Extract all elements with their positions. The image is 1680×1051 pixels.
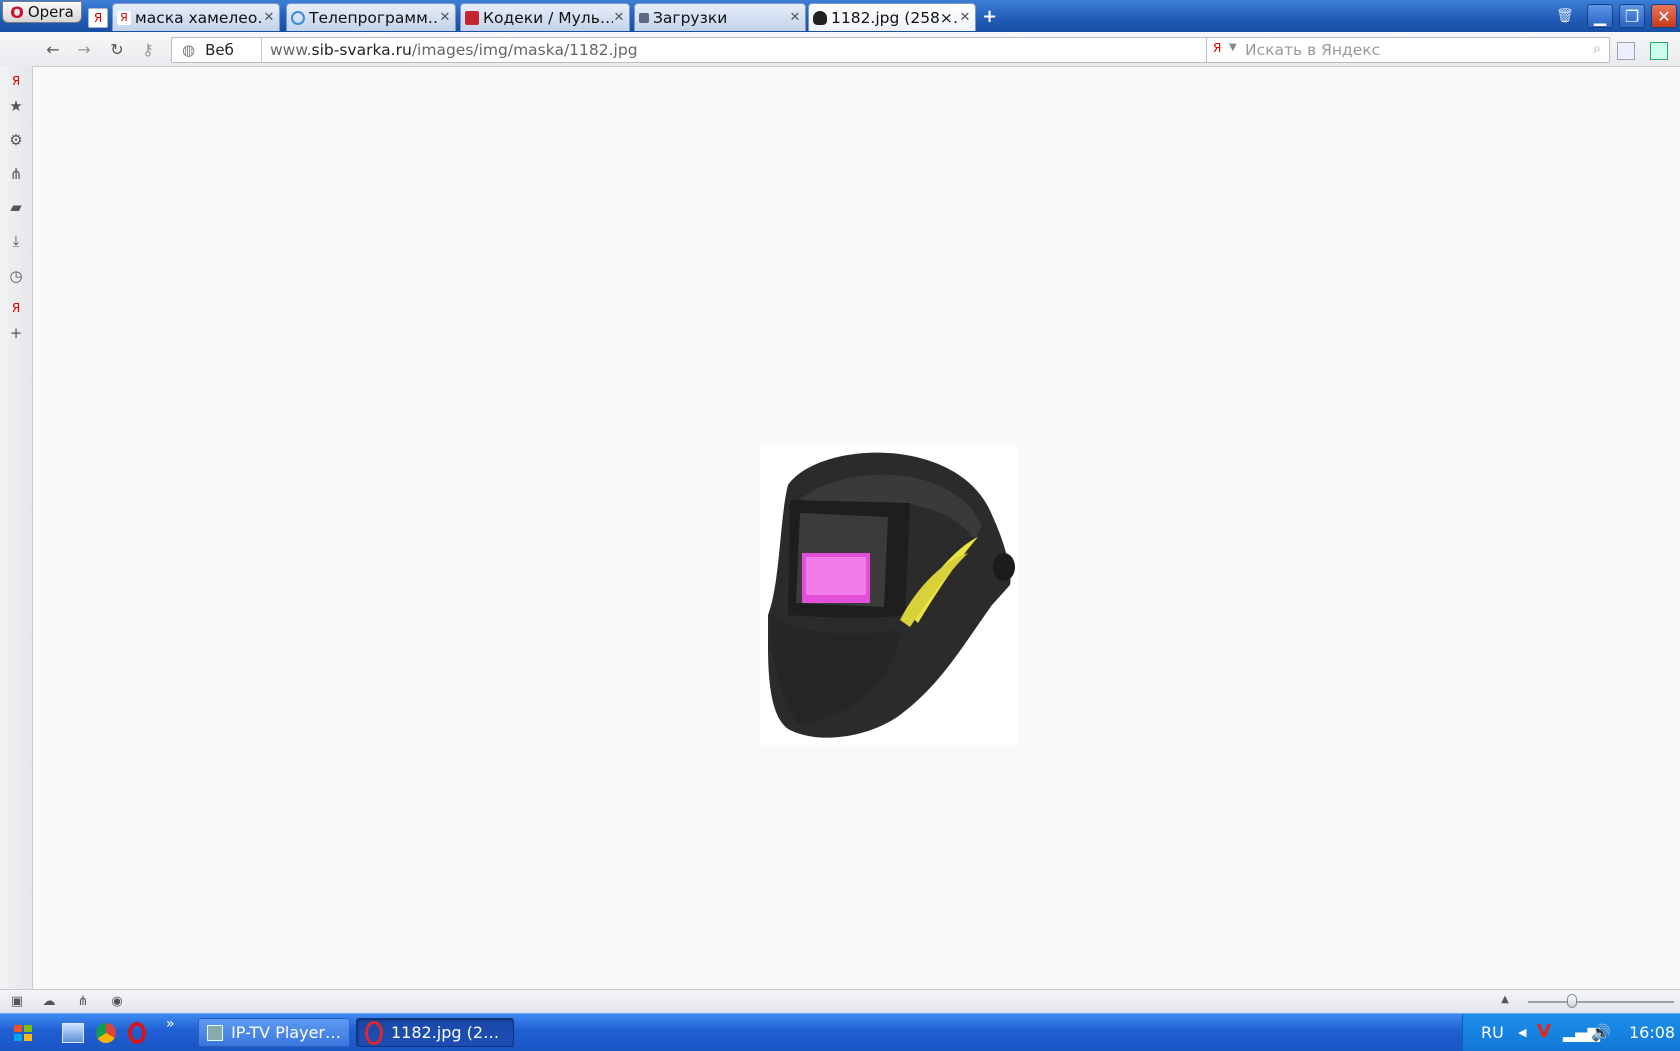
tab-label: Телепрограмм… bbox=[309, 8, 439, 27]
chevron-up-icon[interactable]: ▲ bbox=[1496, 994, 1514, 1010]
panel-sidebar: Я ★ ⚙ ⋔ ▰ ⤓ ◷ Я + bbox=[0, 66, 33, 990]
share-icon[interactable]: ⋔ bbox=[7, 165, 25, 183]
tab-kodeki[interactable]: Кодеки / Муль… ✕ bbox=[460, 3, 630, 31]
task-iptv-player[interactable]: IP-TV Player… bbox=[198, 1018, 350, 1047]
url-text[interactable]: www.sib-svarka.ru/images/img/maska/1182.… bbox=[270, 41, 638, 59]
volume-icon[interactable]: 🔊 bbox=[1591, 1023, 1611, 1042]
welding-helmet-image[interactable] bbox=[760, 445, 1018, 745]
task-opera-1182[interactable]: 1182.jpg (2… bbox=[356, 1018, 514, 1047]
chevron-left-icon[interactable]: ◀ bbox=[1518, 1026, 1526, 1039]
reload-icon: ↻ bbox=[110, 40, 124, 59]
tab-bar: O Opera Я Я маска хамелео… ✕ Телепрограм… bbox=[0, 0, 1680, 33]
url-domain: sib-svarka.ru bbox=[311, 41, 412, 59]
helmet-icon bbox=[813, 10, 827, 25]
plus-icon[interactable]: + bbox=[7, 324, 25, 342]
forward-button[interactable]: → bbox=[73, 40, 95, 60]
status-bar: ▣ ☁ ⋔ ◉ ▲ bbox=[0, 989, 1680, 1014]
tab-maska[interactable]: Я маска хамелео… ✕ bbox=[112, 3, 280, 31]
key-icon: ⚷ bbox=[142, 40, 154, 59]
show-desktop-icon[interactable] bbox=[62, 1023, 84, 1043]
download-icon[interactable]: ⤓ bbox=[7, 232, 25, 250]
new-tab-button[interactable]: + bbox=[982, 6, 997, 27]
minimize-icon: ▁ bbox=[1593, 6, 1607, 26]
close-icon: ✕ bbox=[1657, 6, 1671, 26]
windows-logo-icon bbox=[14, 1025, 32, 1041]
yandex-icon[interactable]: Я bbox=[7, 72, 25, 90]
zoom-slider-thumb[interactable] bbox=[1566, 994, 1577, 1008]
yandex-icon[interactable]: Я bbox=[1213, 41, 1221, 55]
windows-taskbar: » IP-TV Player… 1182.jpg (2… RU ◀ V ▂▄▆ … bbox=[0, 1013, 1680, 1051]
trash-icon[interactable]: 🗑 bbox=[1556, 8, 1574, 24]
restore-icon: ❐ bbox=[1624, 6, 1640, 26]
close-icon[interactable]: ✕ bbox=[959, 10, 971, 25]
arrow-left-icon: ← bbox=[46, 40, 60, 59]
globe-icon: ◍ bbox=[182, 41, 196, 59]
panel-toggle-icon[interactable]: ▣ bbox=[8, 994, 26, 1010]
zoom-slider[interactable] bbox=[1528, 1001, 1674, 1003]
share-icon[interactable]: ⋔ bbox=[74, 994, 92, 1010]
tab-label: Кодеки / Муль… bbox=[483, 8, 613, 27]
opera-logo-icon: O bbox=[10, 2, 24, 22]
page-icon[interactable] bbox=[1617, 42, 1635, 60]
tv-icon bbox=[207, 1024, 224, 1041]
wand-button[interactable]: ⚷ bbox=[137, 40, 159, 60]
clock-icon[interactable]: ◷ bbox=[7, 267, 25, 285]
chrome-icon[interactable] bbox=[96, 1023, 116, 1043]
cloud-icon[interactable]: ☁ bbox=[40, 994, 58, 1010]
yandex-icon[interactable]: Я bbox=[7, 299, 25, 317]
opera-menu-label: Opera bbox=[27, 3, 74, 21]
language-indicator[interactable]: RU bbox=[1481, 1023, 1504, 1042]
welding-helmet-graphic bbox=[768, 452, 1015, 738]
close-window-button[interactable]: ✕ bbox=[1651, 4, 1677, 28]
opera-menu-button[interactable]: O Opera bbox=[2, 1, 82, 23]
search-placeholder: Искать в Яндекс bbox=[1245, 41, 1381, 59]
back-button[interactable]: ← bbox=[42, 40, 64, 60]
address-field[interactable]: ◍ Веб www.sib-svarka.ru/images/img/maska… bbox=[171, 37, 1229, 63]
restore-button[interactable]: ❐ bbox=[1619, 4, 1645, 28]
search-icon[interactable]: ⌕ bbox=[1593, 41, 1601, 57]
opera-icon bbox=[365, 1020, 383, 1045]
tab-teleprogramm[interactable]: Телепрограмм… ✕ bbox=[286, 3, 456, 31]
tab-label: 1182.jpg (258×… bbox=[831, 8, 959, 27]
close-icon[interactable]: ✕ bbox=[789, 10, 801, 25]
opera-icon[interactable] bbox=[128, 1022, 146, 1044]
tab-1182-jpg[interactable]: 1182.jpg (258×… ✕ bbox=[808, 3, 976, 31]
task-label: 1182.jpg (2… bbox=[391, 1023, 500, 1042]
page-viewport bbox=[33, 67, 1680, 989]
unite-icon[interactable] bbox=[1650, 42, 1668, 60]
arrow-right-icon: → bbox=[77, 40, 91, 59]
web-label: Веб bbox=[205, 41, 234, 59]
antivirus-icon[interactable]: V bbox=[1537, 1021, 1551, 1042]
close-icon[interactable]: ✕ bbox=[439, 10, 451, 25]
gear-icon[interactable]: ⚙ bbox=[7, 131, 25, 149]
tv-icon bbox=[291, 10, 305, 25]
url-path: /images/img/maska/1182.jpg bbox=[411, 41, 638, 59]
close-icon[interactable]: ✕ bbox=[613, 10, 625, 25]
star-icon[interactable]: ★ bbox=[7, 97, 25, 115]
tab-label: маска хамелео… bbox=[135, 8, 263, 27]
minimize-button[interactable]: ▁ bbox=[1587, 4, 1613, 28]
yandex-icon: Я bbox=[117, 10, 131, 25]
task-label: IP-TV Player… bbox=[231, 1023, 341, 1042]
codec-icon bbox=[465, 10, 479, 25]
url-prefix: www. bbox=[270, 41, 312, 59]
yandex-icon[interactable]: Я bbox=[88, 8, 108, 28]
chevron-down-icon[interactable]: ▼ bbox=[1229, 42, 1237, 53]
system-tray: RU ◀ V ▂▄▆ 🔊 16:08 bbox=[1462, 1014, 1680, 1051]
web-badge[interactable]: ◍ Веб bbox=[172, 38, 262, 62]
turbo-icon[interactable]: ◉ bbox=[108, 994, 126, 1010]
note-icon[interactable]: ▰ bbox=[7, 198, 25, 216]
reload-button[interactable]: ↻ bbox=[106, 40, 128, 60]
downloads-icon bbox=[639, 12, 649, 23]
start-button[interactable] bbox=[10, 1020, 36, 1046]
search-field[interactable]: Я ▼ Искать в Яндекс ⌕ bbox=[1206, 37, 1610, 63]
clock[interactable]: 16:08 bbox=[1629, 1023, 1675, 1042]
quicklaunch-more[interactable]: » bbox=[166, 1016, 175, 1032]
close-icon[interactable]: ✕ bbox=[263, 10, 275, 25]
tab-zagruzki[interactable]: Загрузки ✕ bbox=[634, 3, 806, 31]
tab-label: Загрузки bbox=[653, 8, 728, 27]
